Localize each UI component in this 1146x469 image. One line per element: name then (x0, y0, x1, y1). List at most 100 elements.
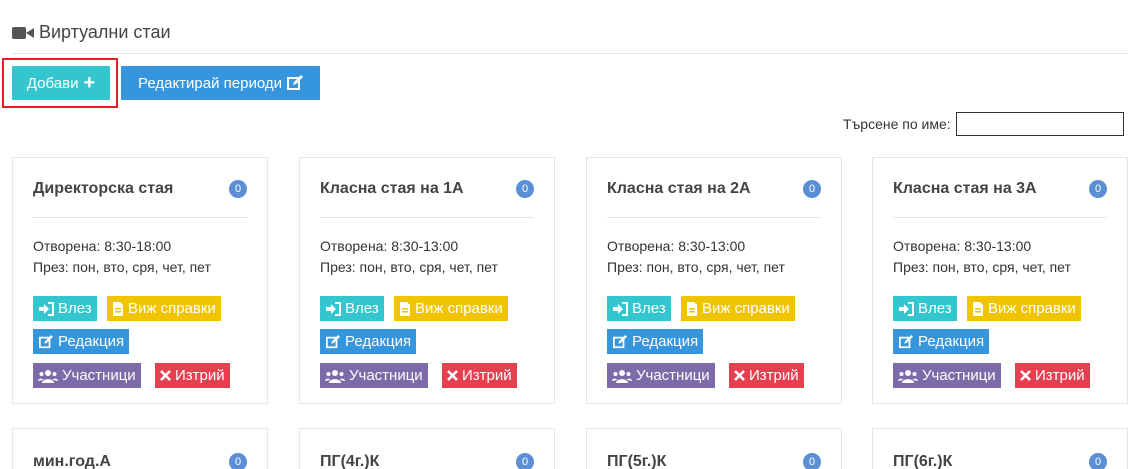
view-reports-label: Виж справки (988, 300, 1076, 317)
card-divider (33, 217, 247, 218)
card-divider (320, 217, 534, 218)
users-icon (325, 369, 345, 383)
search-by-name: Търсене по име: (843, 112, 1124, 136)
participant-count-badge: 0 (229, 453, 247, 469)
members-button[interactable]: Участници (893, 363, 1001, 388)
close-icon (1020, 370, 1031, 381)
edit-room-label: Редакция (58, 333, 125, 350)
page-title: Виртуални стаи (39, 22, 171, 42)
plus-icon: + (83, 72, 96, 94)
room-card: Класна стая на 2А 0 Отворена: 8:30-13:00… (586, 157, 842, 404)
delete-button[interactable]: Изтрий (442, 363, 517, 388)
room-title: мин.год.А (33, 453, 111, 469)
room-card: Директорска стая 0 Отворена: 8:30-18:00 … (12, 157, 268, 404)
view-reports-label: Виж справки (128, 300, 216, 317)
users-icon (38, 369, 58, 383)
members-label: Участници (349, 367, 423, 384)
delete-button[interactable]: Изтрий (1015, 363, 1090, 388)
edit-room-button[interactable]: Редакция (320, 329, 417, 354)
room-title: Класна стая на 3А (893, 180, 1037, 197)
users-icon (898, 369, 918, 383)
edit-room-label: Редакция (345, 333, 412, 350)
edit-room-label: Редакция (918, 333, 985, 350)
room-title: Класна стая на 2А (607, 180, 751, 197)
view-reports-button[interactable]: Виж справки (681, 296, 795, 321)
document-icon (400, 301, 410, 316)
room-card: ПГ(5г.)К 0 (586, 428, 842, 469)
room-title: ПГ(6г.)К (893, 453, 953, 469)
room-card: Класна стая на 3А 0 Отворена: 8:30-13:00… (872, 157, 1128, 404)
view-reports-button[interactable]: Виж справки (394, 296, 508, 321)
room-days: През: пон, вто, сря, чет, пет (33, 259, 211, 275)
edit-periods-label: Редактирай периоди (138, 74, 282, 92)
enter-label: Влез (632, 300, 666, 317)
room-title: ПГ(4г.)К (320, 453, 380, 469)
page-header: Виртуални стаи (12, 22, 171, 43)
delete-label: Изтрий (1035, 367, 1085, 384)
enter-button[interactable]: Влез (607, 296, 671, 321)
room-open-hours: Отворена: 8:30-18:00 (33, 238, 172, 254)
delete-label: Изтрий (749, 367, 799, 384)
members-button[interactable]: Участници (320, 363, 428, 388)
enter-label: Влез (58, 300, 92, 317)
edit-room-button[interactable]: Редакция (33, 329, 130, 354)
add-button[interactable]: Добави + (12, 66, 110, 100)
room-open-hours: Отворена: 8:30-13:00 (320, 238, 459, 254)
members-button[interactable]: Участници (607, 363, 715, 388)
participant-count-badge: 0 (803, 453, 821, 469)
room-days: През: пон, вто, сря, чет, пет (893, 259, 1071, 275)
card-divider (893, 217, 1107, 218)
room-open-hours: Отворена: 8:30-13:00 (893, 238, 1032, 254)
view-reports-label: Виж справки (415, 300, 503, 317)
edit-periods-button[interactable]: Редактирай периоди (121, 66, 320, 100)
header-divider (12, 53, 1128, 54)
room-days: През: пон, вто, сря, чет, пет (607, 259, 785, 275)
view-reports-button[interactable]: Виж справки (107, 296, 221, 321)
view-reports-button[interactable]: Виж справки (967, 296, 1081, 321)
room-title: ПГ(5г.)К (607, 453, 667, 469)
room-card: Класна стая на 1А 0 Отворена: 8:30-13:00… (299, 157, 555, 404)
room-card: мин.год.А 0 (12, 428, 268, 469)
edit-room-button[interactable]: Редакция (893, 329, 990, 354)
participant-count-badge: 0 (516, 180, 534, 198)
document-icon (113, 301, 123, 316)
enter-button[interactable]: Влез (320, 296, 384, 321)
search-label: Търсене по име: (843, 116, 951, 132)
edit-room-label: Редакция (632, 333, 699, 350)
participant-count-badge: 0 (1089, 453, 1107, 469)
participant-count-badge: 0 (516, 453, 534, 469)
add-button-label: Добави (26, 74, 79, 92)
view-reports-label: Виж справки (702, 300, 790, 317)
video-camera-icon (12, 26, 34, 40)
enter-button[interactable]: Влез (33, 296, 97, 321)
edit-icon (613, 334, 627, 348)
delete-label: Изтрий (175, 367, 225, 384)
edit-icon (287, 75, 303, 90)
room-card: ПГ(6г.)К 0 (872, 428, 1128, 469)
edit-icon (39, 334, 53, 348)
close-icon (734, 370, 745, 381)
enter-label: Влез (918, 300, 952, 317)
delete-label: Изтрий (462, 367, 512, 384)
participant-count-badge: 0 (1089, 180, 1107, 198)
room-card: ПГ(4г.)К 0 (299, 428, 555, 469)
participant-count-badge: 0 (803, 180, 821, 198)
delete-button[interactable]: Изтрий (155, 363, 230, 388)
edit-icon (899, 334, 913, 348)
members-label: Участници (636, 367, 710, 384)
edit-room-button[interactable]: Редакция (607, 329, 704, 354)
close-icon (160, 370, 171, 381)
card-divider (607, 217, 821, 218)
participant-count-badge: 0 (229, 180, 247, 198)
sign-in-icon (613, 301, 628, 316)
room-open-hours: Отворена: 8:30-13:00 (607, 238, 746, 254)
search-input[interactable] (955, 112, 1124, 136)
sign-in-icon (39, 301, 54, 316)
delete-button[interactable]: Изтрий (729, 363, 804, 388)
sign-in-icon (326, 301, 341, 316)
enter-button[interactable]: Влез (893, 296, 957, 321)
room-title: Класна стая на 1А (320, 180, 464, 197)
users-icon (612, 369, 632, 383)
members-button[interactable]: Участници (33, 363, 141, 388)
document-icon (687, 301, 697, 316)
